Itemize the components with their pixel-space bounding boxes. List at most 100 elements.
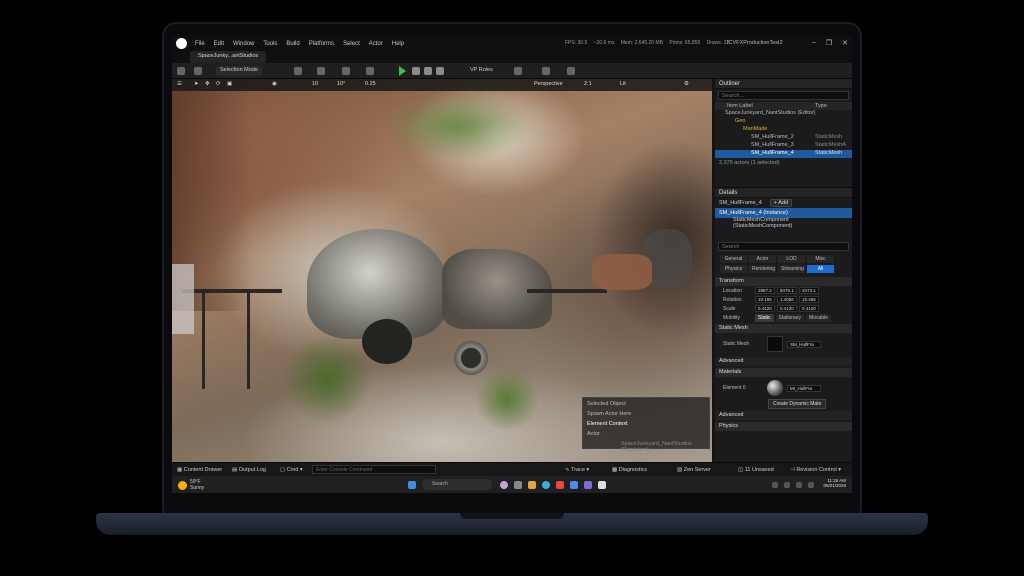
selection-mode-button[interactable]: Selection Mode xyxy=(216,66,262,76)
rotate-tool-icon[interactable]: ⟳ xyxy=(216,81,221,87)
outliner-title[interactable]: Outliner xyxy=(715,79,852,89)
cmd-dropdown[interactable]: ▢ Cmd ▾ xyxy=(280,467,303,473)
revision-control-button[interactable]: ⊣ Revision Control ▾ xyxy=(790,467,841,473)
filter-misc[interactable]: Misc xyxy=(807,255,834,263)
grid-icon[interactable] xyxy=(567,67,575,75)
viewport-menu-icon[interactable]: ☰ xyxy=(177,81,182,87)
filter-all[interactable]: All xyxy=(807,265,834,273)
add-component-button[interactable]: + Add xyxy=(769,199,793,207)
settings-icon[interactable] xyxy=(542,67,550,75)
filter-physics[interactable]: Physics xyxy=(720,265,747,273)
close-icon[interactable]: ✕ xyxy=(842,39,848,47)
location-x-field[interactable]: 2867.2 xyxy=(755,287,775,294)
col-type[interactable]: Type xyxy=(815,103,827,109)
volume-icon[interactable] xyxy=(796,482,802,488)
physics-section[interactable]: Physics xyxy=(715,422,852,431)
zen-server-button[interactable]: ▧ Zen Server xyxy=(677,467,711,473)
save-icon[interactable] xyxy=(177,67,185,75)
menu-tools[interactable]: Tools xyxy=(263,41,277,47)
scale-y-field[interactable]: 0.4120 xyxy=(777,305,797,312)
pause-icon[interactable] xyxy=(436,67,444,75)
unreal-logo-icon[interactable] xyxy=(176,38,187,49)
stop-icon[interactable] xyxy=(424,67,432,75)
chrome-icon[interactable] xyxy=(556,481,564,489)
advanced-expander-2[interactable]: Advanced xyxy=(715,411,852,420)
move-tool-icon[interactable]: ✥ xyxy=(205,81,210,87)
outliner-row[interactable]: SM_HullFrame_3 StaticMeshA xyxy=(715,142,852,150)
filter-rendering[interactable]: Rendering xyxy=(749,265,776,273)
battery-icon[interactable] xyxy=(808,482,814,488)
menu-platforms[interactable]: Platforms xyxy=(309,41,334,47)
play-icon[interactable] xyxy=(399,66,406,76)
tab-level[interactable]: SpaceJunky...antStudios xyxy=(190,51,267,63)
unsaved-button[interactable]: ◫ 11 Unsaved xyxy=(738,467,774,473)
material-thumbnail[interactable] xyxy=(767,380,783,396)
menu-edit[interactable]: Edit xyxy=(214,41,224,47)
outliner-row-selected[interactable]: SM_HullFrame_4 StaticMesh xyxy=(715,150,852,158)
location-z-field[interactable]: 1073.1 xyxy=(799,287,819,294)
select-tool-icon[interactable]: ➤ xyxy=(194,81,199,87)
scale-z-field[interactable]: 0.4120 xyxy=(799,305,819,312)
filter-general[interactable]: General xyxy=(720,255,747,263)
step-icon[interactable] xyxy=(412,67,420,75)
unreal-taskbar-icon[interactable] xyxy=(598,481,606,489)
mesh-thumbnail[interactable] xyxy=(767,336,783,352)
outliner-row[interactable]: SM_HullFrame_2 StaticMesh xyxy=(715,134,852,142)
rotation-y-field[interactable]: 1.4056 xyxy=(777,296,797,303)
col-item-label[interactable]: Item Label xyxy=(719,103,815,109)
material-picker[interactable]: MI_HullFra xyxy=(787,384,821,392)
component-row[interactable]: StaticMeshComponent (StaticMeshComponent… xyxy=(715,217,852,229)
trace-button[interactable]: ∿ Trace ▾ xyxy=(565,467,589,473)
system-clock[interactable]: 11:26 AM 06/01/2025 xyxy=(823,478,846,488)
scale-snap-value[interactable]: 0.25 xyxy=(365,81,376,87)
details-search-input[interactable]: Search xyxy=(718,242,849,251)
create-dynamic-material-button[interactable]: Create Dynamic Mate xyxy=(768,399,827,409)
advanced-expander[interactable]: Advanced xyxy=(715,357,852,366)
file-explorer-icon[interactable] xyxy=(528,481,536,489)
mobility-movable[interactable]: Movable xyxy=(806,313,831,322)
mobility-stationary[interactable]: Stationary xyxy=(775,313,805,322)
perspective-button[interactable]: Perspective xyxy=(534,81,563,87)
vp-roles-button[interactable]: VP Roles xyxy=(466,66,497,76)
popup-line-selected[interactable]: Selected Object xyxy=(587,401,705,411)
outliner-search-input[interactable]: Search... xyxy=(718,91,849,100)
static-mesh-picker[interactable]: SM_HullFra xyxy=(787,340,821,348)
transform-section[interactable]: Transform xyxy=(715,277,852,286)
outliner-row[interactable]: Geo xyxy=(715,118,852,126)
weather-widget[interactable]: 59°F Sunny xyxy=(178,479,204,491)
edge-icon[interactable] xyxy=(542,481,550,489)
level-viewport[interactable]: ☰ ➤ ✥ ⟳ ▣ ◉ 10 10° 0.25 Perspective 2:1 … xyxy=(172,79,712,462)
static-mesh-section[interactable]: Static Mesh xyxy=(715,324,852,333)
content-drawer-button[interactable]: ▦ Content Drawer xyxy=(177,467,222,473)
scale-tool-icon[interactable]: ▣ xyxy=(227,81,232,87)
scale-x-field[interactable]: 0.4120 xyxy=(755,305,775,312)
materials-section[interactable]: Materials xyxy=(715,368,852,377)
windows-start-icon[interactable] xyxy=(408,481,416,489)
taskbar-search[interactable]: Search xyxy=(422,479,492,490)
filter-lod[interactable]: LOD xyxy=(778,255,805,263)
diagnostics-button[interactable]: ▩ Diagnostics xyxy=(612,467,647,473)
viewport-settings-icon[interactable]: ⚙ xyxy=(684,81,689,87)
menu-file[interactable]: File xyxy=(195,41,205,47)
output-log-button[interactable]: ▤ Output Log xyxy=(232,467,266,473)
store-icon[interactable] xyxy=(570,481,578,489)
popup-line-spawn[interactable]: Spawn Actor Here xyxy=(587,411,705,421)
blueprint-icon[interactable] xyxy=(317,67,325,75)
outliner-row[interactable]: SpaceJunkyard_NantStudios (Editor) xyxy=(715,110,852,118)
outliner-row[interactable]: ManMade xyxy=(715,126,852,134)
filter-actor[interactable]: Actor xyxy=(749,255,776,263)
copilot-icon[interactable] xyxy=(500,481,508,489)
maximize-icon[interactable]: ❐ xyxy=(826,39,832,47)
popup-line-actor[interactable]: Actor xyxy=(587,431,705,441)
grid-snap-value[interactable]: 10 xyxy=(312,81,318,87)
menu-actor[interactable]: Actor xyxy=(369,41,383,47)
popup-line-element[interactable]: Element Context xyxy=(587,421,705,431)
menu-build[interactable]: Build xyxy=(286,41,299,47)
rotation-snap-value[interactable]: 10° xyxy=(337,81,345,87)
add-actor-icon[interactable] xyxy=(294,67,302,75)
refresh-icon[interactable] xyxy=(514,67,522,75)
menu-select[interactable]: Select xyxy=(343,41,360,47)
filter-streaming[interactable]: Streaming xyxy=(778,265,805,273)
location-y-field[interactable]: 8476.1 xyxy=(777,287,797,294)
tray-chevron-icon[interactable] xyxy=(772,482,778,488)
